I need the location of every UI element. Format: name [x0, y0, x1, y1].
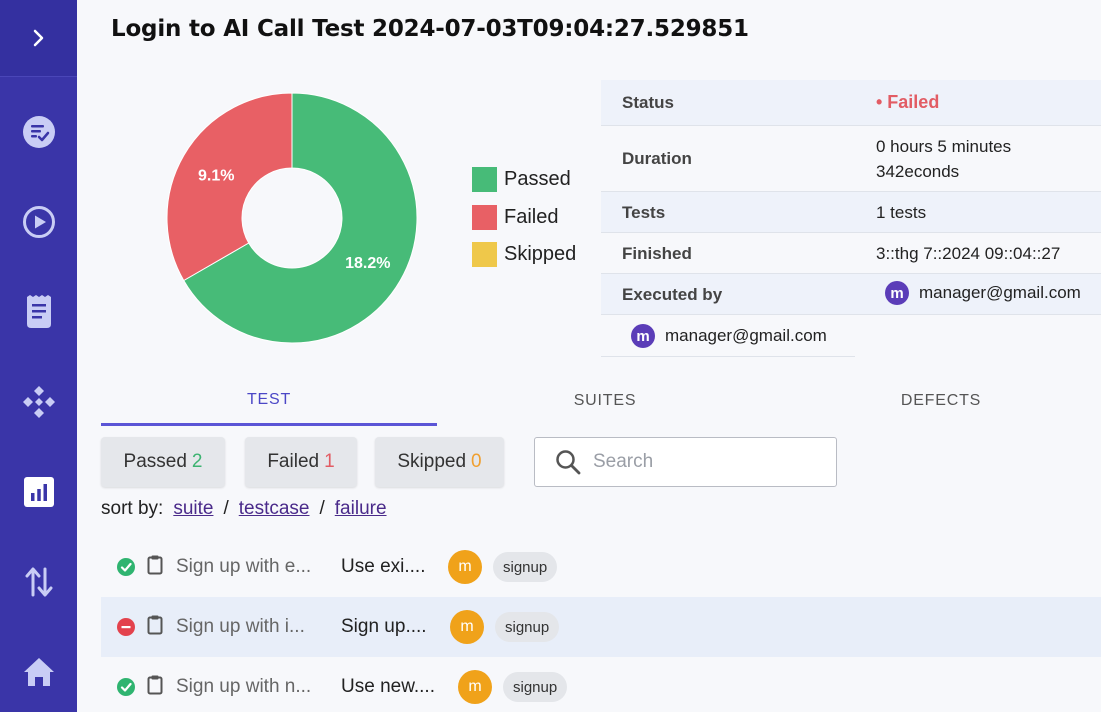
sidebar	[0, 0, 77, 712]
test-title[interactable]: Sign up with e...	[176, 556, 311, 578]
tab-suites[interactable]: SUITES	[437, 376, 773, 426]
play-circle-icon	[22, 206, 55, 238]
finished-label: Finished	[622, 244, 692, 263]
bar-chart-icon	[23, 477, 54, 507]
filter-passed-button[interactable]: Passed 2	[101, 437, 225, 487]
chart-legend: Passed Failed Skipped	[472, 167, 576, 280]
test-title[interactable]: Sign up with n...	[176, 676, 311, 698]
sidebar-item-home[interactable]	[0, 642, 77, 702]
main-content: Login to AI Call Test 2024-07-03T09:04:2…	[77, 0, 1101, 712]
legend-label-skipped: Skipped	[504, 243, 577, 265]
test-description: Sign up....	[341, 616, 427, 637]
clipboard-icon[interactable]	[147, 555, 163, 580]
clipboard-icon[interactable]	[147, 675, 163, 700]
donut-label-passed: 18.2%	[345, 255, 390, 272]
sort-testcase-link[interactable]: testcase	[239, 498, 310, 520]
sidebar-item-runs[interactable]	[0, 192, 77, 252]
executed-by-label: Executed by	[622, 285, 723, 304]
sort-label: sort by:	[101, 498, 164, 519]
swap-vertical-icon	[25, 567, 52, 597]
filter-passed-label: Passed	[123, 451, 187, 472]
legend-item-passed: Passed	[472, 167, 576, 192]
legend-swatch-skipped	[472, 242, 497, 267]
search-box	[534, 437, 837, 487]
info-row-duration: Duration 0 hours 5 minutes 342econds	[601, 126, 1101, 192]
filter-skipped-label: Skipped	[397, 451, 467, 472]
tag-badge[interactable]: signup	[503, 672, 568, 702]
home-icon	[23, 658, 54, 686]
filter-failed-button[interactable]: Failed 1	[245, 437, 357, 487]
tab-test[interactable]: TEST	[101, 376, 437, 426]
duration-label: Duration	[622, 149, 692, 168]
legend-label-passed: Passed	[504, 168, 571, 190]
user-avatar: m	[885, 281, 909, 305]
duration-value-line2: 342econds	[876, 162, 960, 181]
tag-badge[interactable]: signup	[495, 612, 560, 642]
donut-slice-failed	[166, 92, 293, 282]
info-row-status: Status • Failed	[601, 80, 1101, 126]
sidebar-item-sync[interactable]	[0, 552, 77, 612]
assignee-avatar: m	[458, 670, 492, 704]
search-input[interactable]	[593, 451, 813, 473]
checklist-icon	[22, 116, 55, 148]
user-avatar: m	[631, 324, 655, 348]
test-title[interactable]: Sign up with i...	[176, 616, 305, 638]
table-row[interactable]: Sign up with i... Sign up.... m signup	[101, 597, 1101, 657]
legend-item-failed: Failed	[472, 204, 576, 230]
test-description: Use exi....	[341, 556, 426, 577]
passed-status-icon	[117, 558, 135, 576]
passed-status-icon	[117, 678, 135, 696]
tests-value: 1 tests	[876, 203, 927, 222]
page-title: Login to AI Call Test 2024-07-03T09:04:2…	[111, 16, 749, 42]
filter-passed-count: 2	[191, 451, 203, 472]
info-row-finished: Finished 3::thg 7::2024 09::04::27	[601, 233, 1101, 274]
sort-by: sort by: suite / testcase / failure	[101, 498, 387, 520]
filter-skipped-count: 0	[471, 451, 482, 472]
test-description: Use new....	[341, 676, 435, 697]
diamond-grid-icon	[22, 386, 55, 418]
table-row[interactable]: Sign up with e... Use exi.... m signup	[101, 537, 1101, 597]
tests-label: Tests	[622, 203, 666, 222]
search-icon	[556, 450, 581, 475]
tab-defects[interactable]: DEFECTS	[773, 376, 1101, 426]
legend-item-skipped: Skipped	[472, 242, 576, 267]
sort-suite-link[interactable]: suite	[173, 498, 213, 520]
sidebar-item-tests[interactable]	[0, 102, 77, 162]
legend-swatch-failed	[472, 204, 497, 230]
chevron-right-icon	[33, 29, 43, 47]
filter-skipped-button[interactable]: Skipped 0	[375, 437, 504, 487]
filter-failed-label: Failed	[267, 451, 320, 472]
tag-badge[interactable]: signup	[493, 552, 558, 582]
sidebar-toggle-button[interactable]	[0, 0, 77, 77]
status-label: Status	[622, 93, 674, 112]
sort-separator: /	[223, 498, 229, 519]
clipboard-icon[interactable]	[147, 615, 163, 640]
assignee-avatar: m	[448, 550, 482, 584]
executed-by-extra-row: m manager@gmail.com	[601, 315, 855, 357]
donut-label-failed: 9.1%	[198, 167, 234, 184]
sort-failure-link[interactable]: failure	[335, 498, 387, 520]
receipt-icon	[26, 295, 51, 328]
info-row-executed-by: Executed by m manager@gmail.com	[601, 274, 1101, 315]
sort-separator: /	[319, 498, 325, 519]
executed-by-email: manager@gmail.com	[919, 283, 1081, 302]
finished-value: 3::thg 7::2024 09::04::27	[876, 244, 1061, 263]
failed-status-icon	[117, 618, 135, 636]
duration-value-line1: 0 hours 5 minutes	[876, 137, 1012, 156]
executed-by-value: m manager@gmail.com	[885, 281, 1081, 305]
table-row[interactable]: Sign up with n... Use new.... m signup	[101, 657, 1101, 712]
sidebar-item-plans[interactable]	[0, 372, 77, 432]
status-badge: • Failed	[876, 92, 940, 112]
legend-label-failed: Failed	[504, 205, 559, 228]
status-donut-chart: 18.2% 9.1%	[166, 92, 418, 344]
filter-failed-count: 1	[324, 451, 335, 472]
executed-by-value-2: m manager@gmail.com	[631, 324, 827, 348]
info-row-tests: Tests 1 tests	[601, 192, 1101, 233]
sidebar-item-analytics[interactable]	[0, 462, 77, 522]
assignee-avatar: m	[450, 610, 484, 644]
sidebar-item-reports[interactable]	[0, 282, 77, 342]
executed-by-email-2: manager@gmail.com	[665, 326, 827, 345]
legend-swatch-passed	[472, 167, 497, 192]
